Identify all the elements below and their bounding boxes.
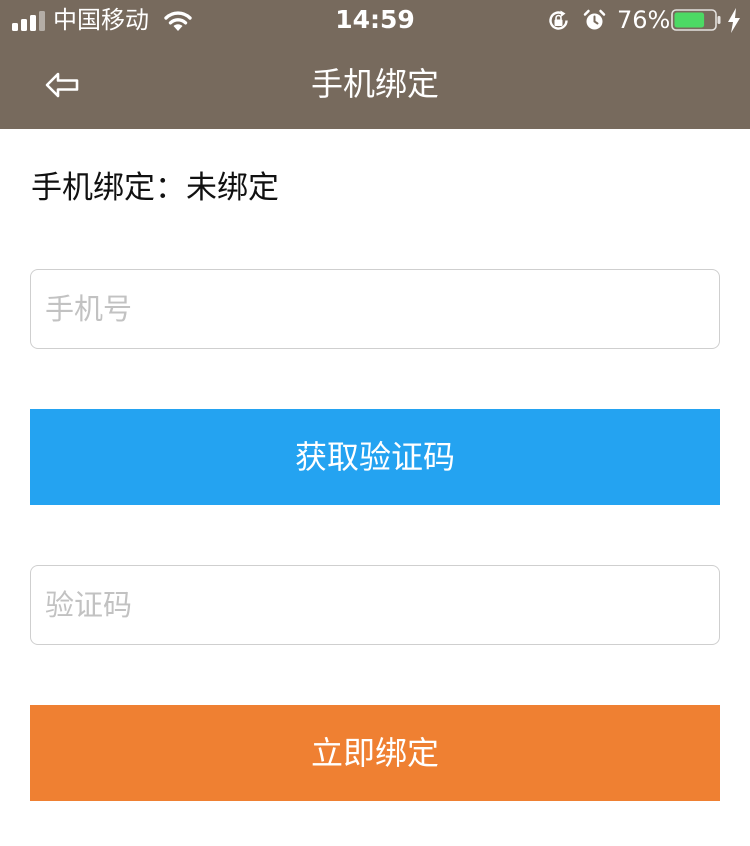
bind-status-text: 手机绑定：未绑定	[31, 170, 279, 206]
top-bar: 中国移动 14:59 76% 手机绑定	[0, 0, 750, 129]
rotation-lock-icon	[549, 10, 568, 30]
phone-input[interactable]	[31, 270, 719, 348]
page-title: 手机绑定	[310, 65, 439, 103]
navigation-bar: 手机绑定	[0, 40, 750, 129]
code-field	[30, 565, 720, 645]
verification-code-input[interactable]	[31, 566, 719, 644]
get-code-button[interactable]: 获取验证码	[30, 409, 720, 505]
bind-now-button[interactable]: 立即绑定	[30, 705, 720, 801]
battery-percentage: 76%	[617, 6, 671, 34]
alarm-icon	[583, 9, 606, 30]
status-bar: 中国移动 14:59 76%	[0, 0, 750, 40]
phone-field	[30, 269, 720, 349]
charging-bolt-icon	[728, 8, 740, 33]
battery-icon	[671, 9, 721, 31]
